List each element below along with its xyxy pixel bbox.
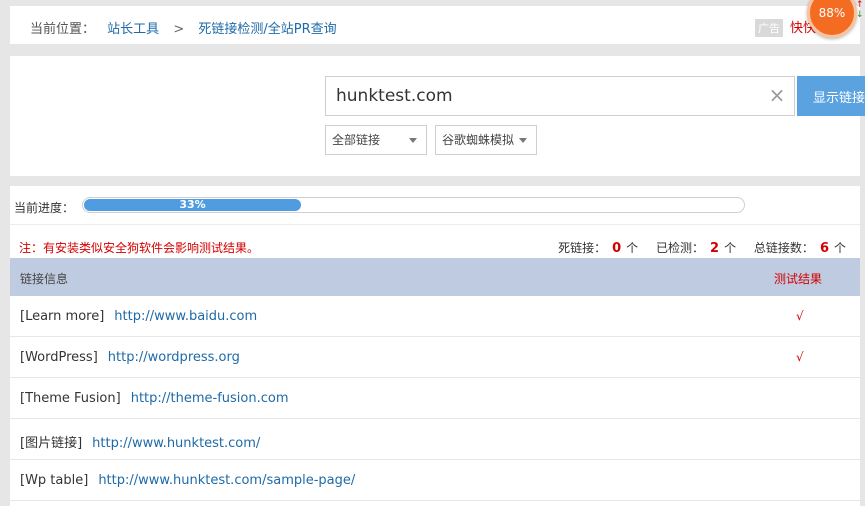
table-row: [WordPress] http://wordpress.org √ [10, 337, 860, 378]
table-row: [Theme Fusion] http://theme-fusion.com [10, 378, 860, 419]
test-result: √ [796, 309, 804, 323]
search-panel: × 显示链接 全部链接 谷歌蜘蛛模拟 [10, 56, 865, 176]
progress-percent: 33% [179, 198, 206, 211]
show-links-button[interactable]: 显示链接 [797, 76, 865, 116]
domain-field: × [325, 76, 795, 116]
link-url[interactable]: http://wordpress.org [108, 350, 240, 365]
results-panel: 当前进度： 33% 注：有安装类似安全狗软件会影响测试结果。 死链接： 0 个 已检… [10, 186, 860, 506]
breadcrumb-bar: 当前位置： 站长工具 > 死链接检测/全站PR查询 广告 快快 [10, 6, 860, 44]
table-row: [Learn more] http://www.baidu.com √ [10, 296, 860, 337]
dead-links-label: 死链接： [558, 241, 607, 255]
checked-label: 已检测： [656, 241, 705, 255]
link-url[interactable]: http://www.hunktest.com/ [92, 436, 260, 451]
speed-widget-arrows: ↑ ↓ [856, 0, 865, 20]
link-name: [WordPress] [20, 350, 98, 365]
divider [10, 224, 860, 225]
progress-fill: 33% [84, 199, 301, 211]
breadcrumb-link-dead-link-check[interactable]: 死链接检测/全站PR查询 [198, 22, 336, 37]
warning-note: 注：有安装类似安全狗软件会影响测试结果。 [19, 241, 260, 255]
dead-links-count: 0 [612, 241, 622, 256]
link-name: [图片链接] [20, 436, 83, 451]
table-header: 链接信息 测试结果 [10, 258, 860, 296]
table-row: [图片链接] http://www.hunktest.com/ [10, 419, 860, 460]
test-result: √ [796, 350, 804, 364]
link-filter-select[interactable]: 全部链接 [325, 125, 427, 155]
link-name: [Theme Fusion] [20, 391, 121, 406]
chevron-down-icon [409, 138, 417, 143]
checked-unit: 个 [724, 241, 737, 255]
progress-bar: 33% [82, 197, 745, 213]
total-links-label: 总链接数： [753, 241, 814, 255]
domain-input[interactable] [336, 77, 756, 115]
column-header-link-info: 链接信息 [20, 272, 69, 286]
breadcrumb: 当前位置： 站长工具 > 死链接检测/全站PR查询 [30, 18, 337, 37]
spider-mode-select[interactable]: 谷歌蜘蛛模拟 [435, 125, 537, 155]
table-row: [Wp table] http://www.hunktest.com/sample… [10, 460, 860, 501]
link-url[interactable]: http://www.baidu.com [114, 309, 257, 324]
breadcrumb-label: 当前位置： [30, 22, 96, 37]
chevron-down-icon [519, 138, 527, 143]
close-icon[interactable]: × [768, 85, 786, 105]
column-header-test-result: 测试结果 [774, 272, 823, 286]
link-url[interactable]: http://theme-fusion.com [131, 391, 289, 406]
link-filter-value: 全部链接 [332, 133, 381, 147]
breadcrumb-link-webmaster-tools[interactable]: 站长工具 [107, 22, 159, 37]
link-url[interactable]: http://www.hunktest.com/sample-page/ [98, 473, 355, 488]
link-name: [Learn more] [20, 309, 105, 324]
download-arrow-icon: ↓ [856, 10, 864, 20]
total-links-count: 6 [819, 241, 829, 256]
dead-links-unit: 个 [626, 241, 639, 255]
total-links-unit: 个 [833, 241, 846, 255]
ad-tag: 广告 [755, 19, 783, 37]
upload-arrow-icon: ↑ [856, 0, 864, 10]
checked-count: 2 [710, 241, 720, 256]
link-name: [Wp table] [20, 473, 89, 488]
breadcrumb-separator: > [173, 22, 185, 37]
link-stats: 死链接： 0 个 已检测： 2 个 总链接数： 6 个 [558, 239, 846, 256]
spider-mode-value: 谷歌蜘蛛模拟 [442, 133, 515, 147]
progress-label: 当前进度： [14, 201, 75, 215]
